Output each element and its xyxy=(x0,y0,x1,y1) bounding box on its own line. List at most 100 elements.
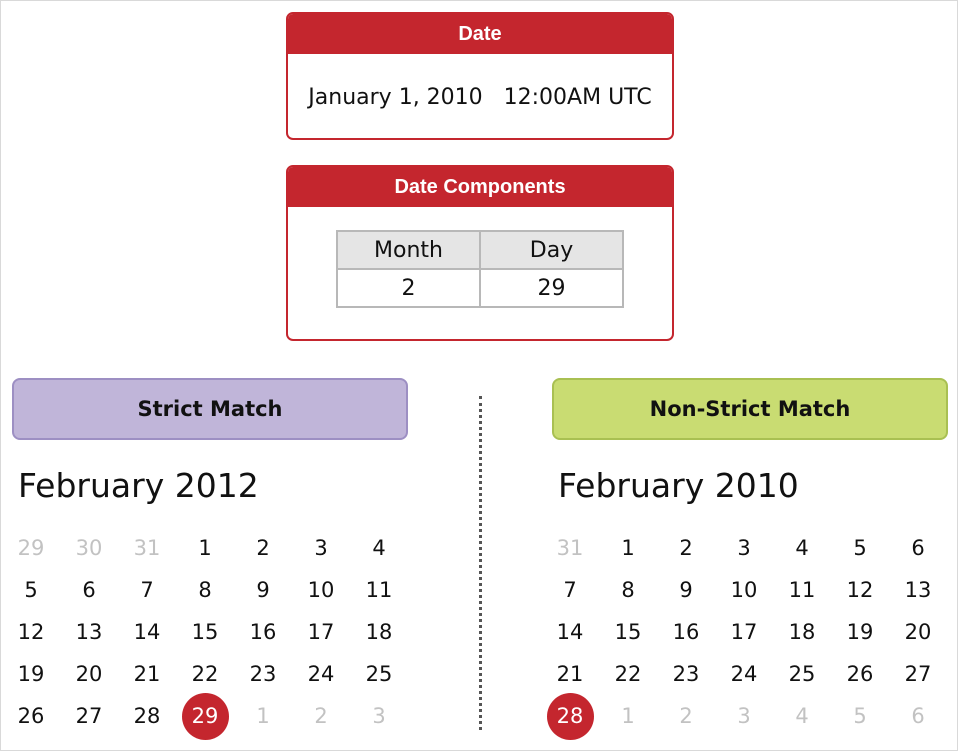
calendar-day[interactable]: 25 xyxy=(773,653,831,695)
calendar-day-number: 5 xyxy=(853,536,867,560)
calendar-day[interactable]: 21 xyxy=(541,653,599,695)
calendar-day-number: 25 xyxy=(365,662,393,686)
non-strict-calendar-grid: 31 1 2 3 4 5 6 7 8 9 10 11 12 13 14 15 16 17 18 19 20 21 22 23 2… xyxy=(541,527,947,740)
calendar-day[interactable]: 3 xyxy=(292,527,350,569)
calendar-day[interactable]: 21 xyxy=(118,653,176,695)
calendar-day[interactable]: 1 xyxy=(599,695,657,737)
calendar-day[interactable]: 8 xyxy=(176,569,234,611)
selected-day[interactable]: 28 xyxy=(541,692,599,740)
calendar-day[interactable]: 13 xyxy=(889,569,947,611)
month-value: 2 xyxy=(336,268,481,308)
calendar-day[interactable]: 2 xyxy=(657,527,715,569)
calendar-day[interactable]: 17 xyxy=(715,611,773,653)
strict-match-label: Strict Match xyxy=(12,378,408,440)
calendar-day-number: 2 xyxy=(679,704,693,728)
calendar-day[interactable]: 8 xyxy=(599,569,657,611)
date-box: Date January 1, 2010 12:00AM UTC xyxy=(286,12,674,140)
calendar-day-number: 20 xyxy=(75,662,103,686)
calendar-day-number: 1 xyxy=(621,704,635,728)
calendar-day[interactable]: 7 xyxy=(118,569,176,611)
calendar-day-number: 21 xyxy=(556,662,584,686)
calendar-day[interactable]: 4 xyxy=(350,527,408,569)
calendar-day[interactable]: 15 xyxy=(176,611,234,653)
calendar-day-number: 19 xyxy=(17,662,45,686)
calendar-day[interactable]: 29 xyxy=(2,527,60,569)
calendar-day[interactable]: 18 xyxy=(773,611,831,653)
calendar-day[interactable]: 30 xyxy=(60,527,118,569)
calendar-day[interactable]: 20 xyxy=(60,653,118,695)
calendar-day-number: 31 xyxy=(556,536,584,560)
calendar-day[interactable]: 13 xyxy=(60,611,118,653)
calendar-day[interactable]: 5 xyxy=(2,569,60,611)
calendar-day-number: 6 xyxy=(911,704,925,728)
calendar-day[interactable]: 23 xyxy=(657,653,715,695)
calendar-day[interactable]: 24 xyxy=(292,653,350,695)
calendar-day[interactable]: 14 xyxy=(541,611,599,653)
calendar-day[interactable]: 9 xyxy=(657,569,715,611)
calendar-day[interactable]: 1 xyxy=(234,695,292,737)
calendar-day[interactable]: 11 xyxy=(773,569,831,611)
calendar-day-number: 2 xyxy=(256,536,270,560)
calendar-day[interactable]: 2 xyxy=(234,527,292,569)
calendar-day-number: 1 xyxy=(256,704,270,728)
calendar-day[interactable]: 5 xyxy=(831,527,889,569)
calendar-day[interactable]: 27 xyxy=(60,695,118,737)
calendar-day-number: 27 xyxy=(75,704,103,728)
calendar-day-number: 11 xyxy=(788,578,816,602)
calendar-day[interactable]: 4 xyxy=(773,695,831,737)
calendar-day[interactable]: 16 xyxy=(234,611,292,653)
calendar-day[interactable]: 3 xyxy=(715,695,773,737)
calendar-day[interactable]: 14 xyxy=(118,611,176,653)
calendar-day[interactable]: 11 xyxy=(350,569,408,611)
dotted-divider xyxy=(479,396,482,730)
calendar-day[interactable]: 26 xyxy=(2,695,60,737)
calendar-day[interactable]: 6 xyxy=(889,695,947,737)
calendar-day[interactable]: 19 xyxy=(2,653,60,695)
calendar-day[interactable]: 19 xyxy=(831,611,889,653)
calendar-day-number: 11 xyxy=(365,578,393,602)
calendar-day[interactable]: 5 xyxy=(831,695,889,737)
calendar-day-number: 20 xyxy=(904,620,932,644)
calendar-day[interactable]: 31 xyxy=(541,527,599,569)
calendar-day-number: 5 xyxy=(24,578,38,602)
calendar-day[interactable]: 2 xyxy=(292,695,350,737)
calendar-day[interactable]: 28 xyxy=(118,695,176,737)
calendar-day[interactable]: 1 xyxy=(176,527,234,569)
calendar-day[interactable]: 20 xyxy=(889,611,947,653)
calendar-day[interactable]: 3 xyxy=(715,527,773,569)
calendar-day[interactable]: 18 xyxy=(350,611,408,653)
calendar-day[interactable]: 22 xyxy=(599,653,657,695)
calendar-day-number: 28 xyxy=(133,704,161,728)
calendar-day-number: 3 xyxy=(314,536,328,560)
calendar-day[interactable]: 10 xyxy=(715,569,773,611)
calendar-day[interactable]: 12 xyxy=(2,611,60,653)
calendar-day[interactable]: 6 xyxy=(889,527,947,569)
calendar-day[interactable]: 12 xyxy=(831,569,889,611)
calendar-day[interactable]: 1 xyxy=(599,527,657,569)
calendar-day[interactable]: 4 xyxy=(773,527,831,569)
calendar-day[interactable]: 16 xyxy=(657,611,715,653)
calendar-day[interactable]: 26 xyxy=(831,653,889,695)
calendar-day[interactable]: 31 xyxy=(118,527,176,569)
calendar-day-number: 1 xyxy=(198,536,212,560)
calendar-day[interactable]: 10 xyxy=(292,569,350,611)
calendar-day[interactable]: 9 xyxy=(234,569,292,611)
calendar-day-number: 18 xyxy=(788,620,816,644)
calendar-day[interactable]: 2 xyxy=(657,695,715,737)
calendar-day[interactable]: 15 xyxy=(599,611,657,653)
calendar-day[interactable]: 3 xyxy=(350,695,408,737)
non-strict-match-label: Non-Strict Match xyxy=(552,378,948,440)
calendar-day[interactable]: 22 xyxy=(176,653,234,695)
calendar-day[interactable]: 27 xyxy=(889,653,947,695)
calendar-day[interactable]: 24 xyxy=(715,653,773,695)
calendar-day-number: 16 xyxy=(672,620,700,644)
calendar-day[interactable]: 25 xyxy=(350,653,408,695)
calendar-day-number: 26 xyxy=(17,704,45,728)
calendar-day[interactable]: 23 xyxy=(234,653,292,695)
calendar-day[interactable]: 6 xyxy=(60,569,118,611)
selected-day[interactable]: 29 xyxy=(176,692,234,740)
calendar-day-number: 29 xyxy=(17,536,45,560)
calendar-day[interactable]: 7 xyxy=(541,569,599,611)
calendar-day[interactable]: 17 xyxy=(292,611,350,653)
calendar-day-number: 9 xyxy=(679,578,693,602)
